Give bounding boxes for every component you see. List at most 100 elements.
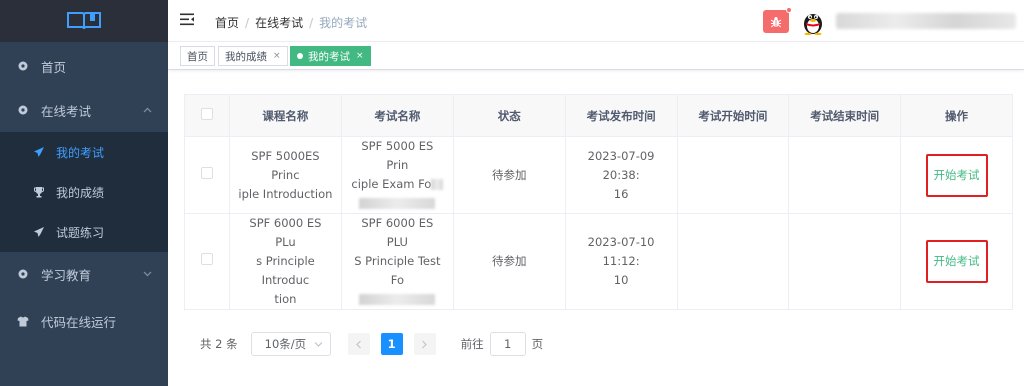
exam-name-cell: SPF 5000 ES Prin ciple Exam Fo (340, 136, 454, 214)
goto-page-input[interactable] (489, 332, 526, 356)
table-row: SPF 5000ES Princ iple Introduction SPF 5… (184, 136, 1013, 214)
sidebar: 首页 在线考试 我的考试 我的成绩 试题练习 学习教育 代码在线运行 (0, 0, 168, 386)
column-header: 操作 (900, 94, 1013, 137)
sidebar-item-label: 首页 (41, 59, 67, 75)
next-page-button[interactable] (413, 333, 436, 355)
exam-name-line: S Principle Test Fo (354, 254, 441, 287)
highlight-box: 开始考试 (925, 153, 988, 197)
sidebar-item-label: 我的考试 (56, 145, 105, 160)
tag-home[interactable]: 首页 (180, 46, 215, 66)
tag-label: 我的成绩 (225, 50, 267, 63)
total-count: 共 2 条 (200, 337, 238, 351)
close-icon[interactable]: × (273, 51, 281, 61)
exam-name-line: SPF 6000 ES PLU (361, 216, 434, 249)
select-all-checkbox[interactable] (200, 108, 213, 120)
qq-penguin-icon[interactable] (801, 9, 825, 35)
close-icon[interactable]: × (356, 51, 364, 61)
username-redacted (836, 13, 1016, 29)
start-exam-button[interactable]: 开始考试 (934, 168, 980, 182)
column-header: 考试开始时间 (676, 94, 790, 137)
publish-time-cell: 2023-07-10 11:12: 10 (564, 213, 678, 310)
paper-plane-icon (32, 225, 46, 239)
paper-plane-icon (32, 145, 46, 159)
course-name-line: SPF 5000ES Princ (251, 148, 320, 182)
study-icon (16, 267, 30, 281)
trophy-icon (32, 185, 46, 199)
sidebar-item-label: 在线考试 (41, 103, 92, 119)
column-header: 考试结束时间 (788, 94, 902, 137)
course-name-line: s Principle Introduc (256, 254, 315, 287)
breadcrumb-item[interactable]: 首页 (215, 16, 239, 30)
row-checkbox[interactable] (200, 166, 213, 179)
sidebar-item-my-scores[interactable]: 我的成绩 (0, 172, 168, 212)
tag-my-exam[interactable]: 我的考试 × (290, 46, 371, 66)
action-cell: 开始考试 (900, 136, 1013, 214)
table-row: SPF 6000 ES PLu s Principle Introduc tio… (184, 213, 1013, 310)
exam-icon (16, 103, 30, 117)
logo[interactable] (0, 0, 168, 42)
start-exam-button[interactable]: 开始考试 (934, 254, 980, 268)
exam-table: 课程名称 考试名称 状态 考试发布时间 考试开始时间 考试结束时间 操作 SPF… (184, 94, 1013, 310)
exam-name-cell: SPF 6000 ES PLU S Principle Test Fo (340, 213, 454, 310)
course-name-line: SPF 6000 ES PLu (249, 216, 322, 249)
course-name-line: iple Introduction (238, 186, 333, 201)
sidebar-item-my-exam[interactable]: 我的考试 (0, 132, 168, 172)
book-icon (67, 12, 101, 30)
sidebar-item-study[interactable]: 学习教育 (0, 252, 168, 296)
column-header: 课程名称 (228, 94, 342, 137)
sidebar-item-code-runner[interactable]: 代码在线运行 (0, 299, 168, 343)
column-header: 状态 (452, 94, 566, 137)
tag-label: 我的考试 (308, 50, 350, 63)
sidebar-item-label: 我的成绩 (56, 185, 105, 200)
exam-name-line: ciple Exam Fo (350, 175, 445, 194)
chevron-left-icon (356, 340, 362, 348)
breadcrumb: 首页 / 在线考试 / 我的考试 (215, 16, 368, 30)
status-cell: 待参加 (452, 213, 566, 310)
sidebar-item-online-exam[interactable]: 在线考试 (0, 88, 168, 132)
highlight-box: 开始考试 (925, 240, 988, 283)
navbar: 首页 / 在线考试 / 我的考试 (168, 0, 1024, 42)
tag-my-scores[interactable]: 我的成绩 × (218, 46, 288, 66)
breadcrumb-current: 我的考试 (319, 16, 368, 30)
sidebar-item-label: 代码在线运行 (41, 314, 117, 330)
bug-report-button[interactable] (763, 10, 789, 33)
pagination: 共 2 条 10条/页 1 前往 页 (200, 332, 543, 356)
sidebar-item-practice[interactable]: 试题练习 (0, 212, 168, 252)
bug-icon (770, 16, 782, 27)
page-size-select[interactable]: 10条/页 (250, 332, 331, 356)
table-header-row: 课程名称 考试名称 状态 考试发布时间 考试开始时间 考试结束时间 操作 (184, 94, 1013, 137)
tag-label: 首页 (187, 50, 208, 63)
course-name-cell: SPF 5000ES Princ iple Introduction (228, 136, 342, 214)
column-header: 考试名称 (340, 94, 454, 137)
row-checkbox[interactable] (200, 253, 213, 265)
notification-dot (786, 7, 792, 13)
exam-name-redacted (350, 194, 445, 213)
goto-page: 前往 页 (461, 332, 544, 356)
page-number-button[interactable]: 1 (380, 333, 403, 355)
goto-suffix: 页 (531, 337, 544, 351)
course-name-line: tion (274, 292, 297, 306)
home-icon (16, 59, 30, 73)
exam-name-redacted (350, 290, 445, 309)
chevron-up-icon (143, 107, 152, 113)
end-time-cell (788, 136, 902, 214)
prev-page-button[interactable] (347, 333, 370, 355)
sidebar-item-label: 试题练习 (56, 225, 105, 240)
start-time-cell (676, 213, 790, 310)
select-all-cell[interactable] (184, 94, 230, 137)
active-dot-icon (297, 53, 303, 59)
hamburger-icon[interactable] (180, 13, 195, 26)
start-time-cell (676, 136, 790, 214)
chevron-down-icon (143, 271, 152, 277)
exam-name-line: SPF 5000 ES Prin (361, 139, 434, 172)
chevron-down-icon (314, 342, 323, 347)
chevron-right-icon (422, 340, 427, 348)
column-header: 考试发布时间 (564, 94, 678, 137)
action-cell: 开始考试 (900, 213, 1013, 310)
status-cell: 待参加 (452, 136, 566, 214)
shirt-icon (16, 314, 30, 328)
breadcrumb-item[interactable]: 在线考试 (255, 16, 303, 30)
sidebar-item-home[interactable]: 首页 (0, 44, 168, 88)
tags-view: 首页 我的成绩 × 我的考试 × (168, 42, 1024, 70)
course-name-cell: SPF 6000 ES PLu s Principle Introduc tio… (228, 213, 342, 310)
